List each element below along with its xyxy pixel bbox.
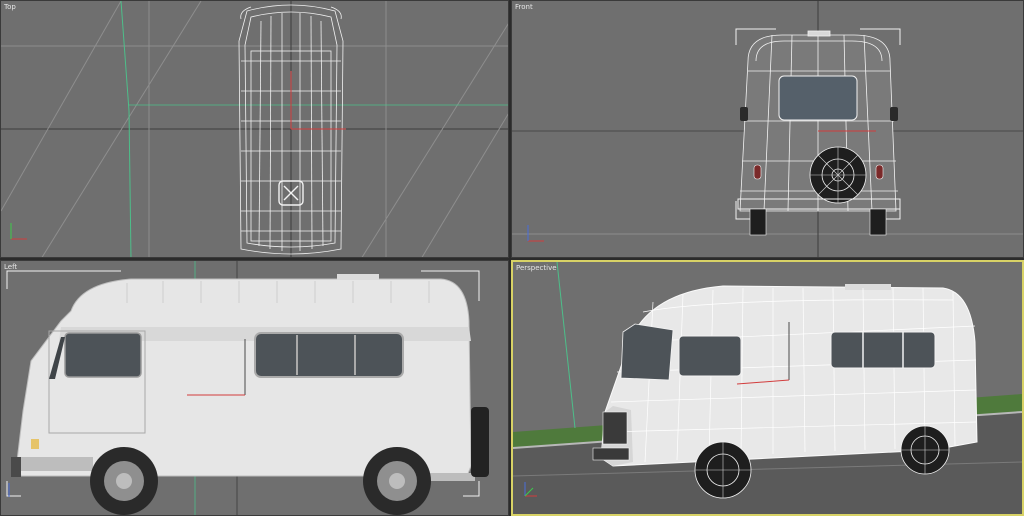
cab-window-icon [678, 335, 742, 377]
axis-tripod-icon [527, 225, 544, 242]
viewport-front[interactable]: Front [511, 0, 1024, 258]
spare-wheel-icon [809, 146, 867, 204]
grille-icon [602, 411, 628, 445]
van-side-model [11, 274, 489, 515]
viewport-left[interactable]: Left [0, 260, 509, 516]
viewport-perspective[interactable]: Perspective [511, 260, 1024, 516]
viewport-top[interactable]: Top [0, 0, 509, 258]
mirror-left-icon [740, 107, 748, 121]
wheel-right-icon [869, 208, 887, 236]
rear-window-icon [778, 75, 858, 121]
front-wheel-icon [694, 441, 752, 499]
rear-wheel-icon [900, 425, 950, 475]
perspective-view-canvas [513, 262, 1022, 514]
front-view-canvas [512, 1, 1023, 257]
wheel-left-icon [749, 208, 767, 236]
axis-tripod-icon [10, 223, 27, 240]
spare-wheel-icon [471, 407, 489, 477]
side-window-icon [830, 331, 936, 369]
top-view-canvas [1, 1, 508, 257]
windshield-icon [620, 323, 674, 381]
viewport-label[interactable]: Top [4, 3, 16, 11]
cab-window-icon [64, 332, 142, 378]
left-view-canvas [6, 261, 489, 515]
viewport-label[interactable]: Left [4, 263, 17, 271]
side-window-icon [254, 332, 404, 378]
viewport-label[interactable]: Perspective [516, 264, 557, 272]
mirror-right-icon [890, 107, 898, 121]
viewport-label[interactable]: Front [515, 3, 533, 11]
